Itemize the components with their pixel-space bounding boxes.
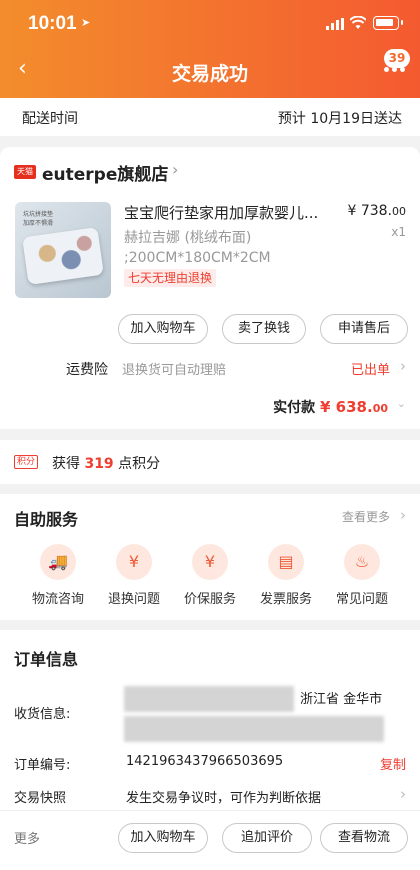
location-arrow-icon: ➤ — [81, 16, 91, 29]
delivery-time-row: 配送时间 预计 10月19日送达 — [0, 98, 420, 136]
service-faq[interactable]: ♨ 常见问题 — [322, 544, 402, 607]
wifi-icon — [350, 16, 366, 29]
points-row: 积分 获得 319 点积分 — [0, 440, 420, 484]
invoice-icon: ▤ — [268, 544, 304, 580]
chevron-right-icon[interactable]: › — [172, 160, 178, 179]
signal-icon — [326, 18, 344, 30]
service-invoice[interactable]: ▤ 发票服务 — [246, 544, 326, 607]
copy-order-number-button[interactable]: 复制 — [380, 754, 406, 773]
add-review-button[interactable]: 追加评价 — [222, 823, 312, 853]
snapshot-desc: 发生交易争议时，可作为判断依据 — [126, 791, 322, 806]
snapshot-label[interactable]: 交易快照 — [14, 787, 66, 806]
chevron-right-icon[interactable]: › — [400, 785, 406, 803]
delivery-label: 配送时间 — [22, 111, 78, 127]
freight-insurance-label: 运费险 — [66, 362, 108, 378]
status-bar: 10:01 ➤ — [0, 0, 420, 46]
view-logistics-button[interactable]: 查看物流 — [320, 823, 408, 853]
add-to-cart-button[interactable]: 加入购物车 — [118, 314, 208, 344]
delivery-value: 预计 10月19日送达 — [277, 111, 402, 127]
product-sku: 赫拉吉娜 (桃绒布面) ;200CM*180CM*2CM — [124, 230, 271, 266]
service-logistics[interactable]: 🚚 物流咨询 — [18, 544, 98, 607]
header: 10:01 ➤ ‹ 交易成功 39 — [0, 0, 420, 98]
product-price: ¥ 738.00 — [347, 203, 406, 219]
order-info-title: 订单信息 — [14, 650, 79, 669]
self-service-section: 自助服务 查看更多 › 🚚 物流咨询 ¥ 退换问题 ¥ 价保服务 ▤ 发票服务 … — [0, 494, 420, 620]
status-time: 10:01 — [28, 13, 77, 34]
more-actions-link[interactable]: 更多 — [14, 828, 40, 847]
service-price-protection[interactable]: ¥ 价保服务 — [170, 544, 250, 607]
self-service-title: 自助服务 — [14, 510, 79, 529]
receiver-label: 收货信息: — [14, 707, 71, 722]
service-returns[interactable]: ¥ 退换问题 — [94, 544, 174, 607]
order-number-label: 订单编号: — [14, 758, 71, 773]
receiver-region: 浙江省 金华市 — [300, 692, 383, 707]
shop-order-card: 天猫 euterpe旗舰店 › 坑坑拼接垫 加厚不惧滑 宝宝爬行垫家用加厚款婴儿… — [0, 147, 420, 429]
order-number: 1421963437966503695 — [126, 754, 284, 769]
product-title[interactable]: 宝宝爬行垫家用加厚款婴儿... — [124, 202, 334, 223]
freight-insurance-desc: 退换货可自动理赔 — [122, 363, 227, 378]
redacted-receiver-info — [124, 686, 294, 712]
price-shield-icon: ¥ — [192, 544, 228, 580]
view-more-link[interactable]: 查看更多 — [342, 508, 390, 525]
bottom-action-bar: 更多 加入购物车 追加评价 查看物流 — [0, 810, 420, 870]
product-image[interactable]: 坑坑拼接垫 加厚不惧滑 — [15, 202, 111, 298]
product-image-caption: 坑坑拼接垫 加厚不惧滑 — [23, 211, 54, 227]
message-count-badge: 39 — [384, 49, 410, 68]
points-text: 获得 319 点积分 — [52, 456, 161, 472]
play-mat-illustration — [22, 226, 104, 286]
points-tag: 积分 — [14, 455, 39, 469]
truck-icon: 🚚 — [40, 544, 76, 580]
product-quantity: x1 — [391, 225, 406, 239]
battery-icon — [373, 16, 403, 30]
return-policy-tag: 七天无理由退换 — [124, 269, 217, 287]
paid-amount: 实付款 ¥ 638.00 — [273, 398, 388, 416]
yen-return-icon: ¥ — [116, 544, 152, 580]
page-title: 交易成功 — [171, 63, 248, 85]
shop-name[interactable]: euterpe旗舰店 — [42, 160, 168, 185]
chevron-right-icon[interactable]: › — [400, 357, 406, 375]
flame-icon: ♨ — [344, 544, 380, 580]
bottom-add-to-cart-button[interactable]: 加入购物车 — [118, 823, 208, 853]
resell-button[interactable]: 卖了换钱 — [222, 314, 306, 344]
tmall-icon: 天猫 — [14, 165, 36, 179]
chevron-right-icon[interactable]: › — [400, 506, 406, 524]
redacted-receiver-info — [124, 716, 384, 742]
chevron-down-icon[interactable]: ⌄ — [397, 397, 406, 410]
freight-insurance-status[interactable]: 已出单 — [351, 359, 390, 378]
after-sales-button[interactable]: 申请售后 — [320, 314, 408, 344]
